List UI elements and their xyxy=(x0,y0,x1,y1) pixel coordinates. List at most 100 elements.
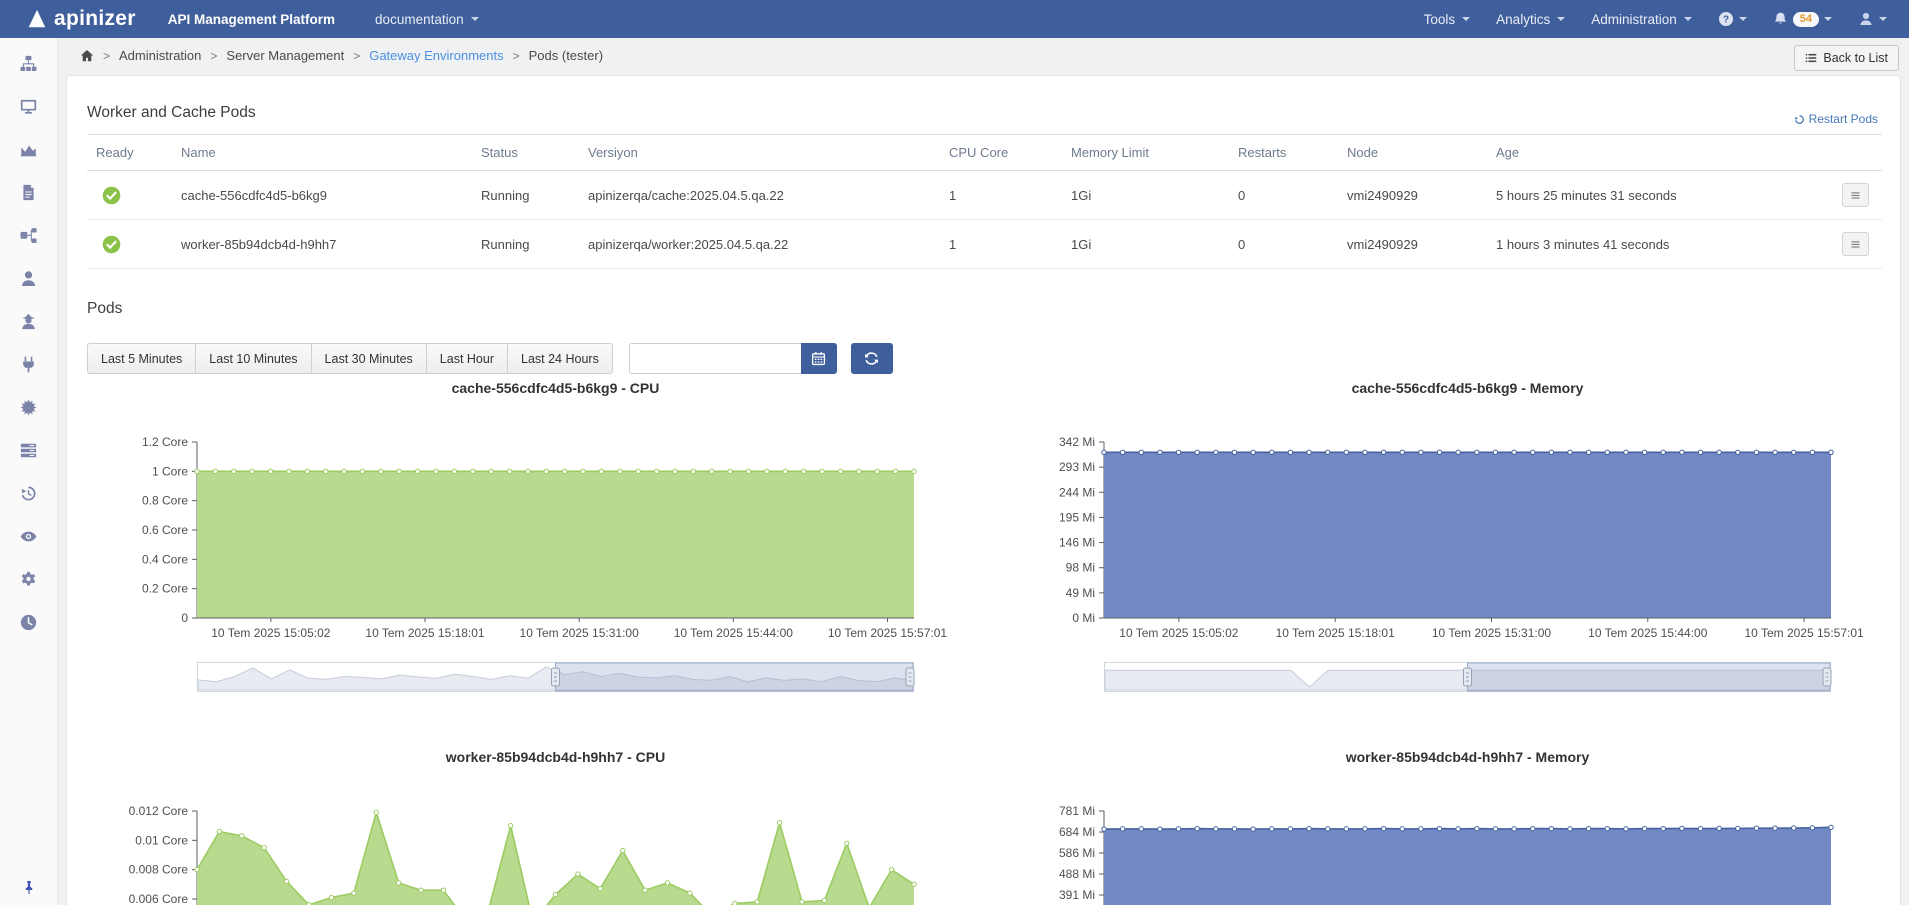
svg-text:293 Mi: 293 Mi xyxy=(1059,460,1095,474)
sidebar-item-chart[interactable] xyxy=(20,141,37,158)
cache-cpu-zoom-handle[interactable] xyxy=(906,668,914,686)
filter-last-30-minutes[interactable]: Last 30 Minutes xyxy=(311,343,426,374)
sidebar-item-sitemap[interactable] xyxy=(20,55,37,72)
sidebar-pin-toggle[interactable] xyxy=(21,880,36,895)
pod-memory: 1Gi xyxy=(1062,220,1229,269)
charts-area: cache-556cdfc4d5-b6kg9 - CPU1.2 Core1 Co… xyxy=(67,376,1900,905)
user-icon xyxy=(20,270,37,287)
cache-memory-zoom-slider[interactable] xyxy=(1104,662,1831,694)
sidebar-item-server[interactable] xyxy=(20,442,37,459)
user-menu[interactable] xyxy=(1858,11,1887,27)
calendar-icon xyxy=(811,351,826,366)
svg-text:0.4 Core: 0.4 Core xyxy=(142,552,188,566)
sidebar-item-settings[interactable] xyxy=(20,571,37,588)
nav-documentation[interactable]: documentation xyxy=(375,12,479,27)
back-to-list-button[interactable]: Back to List xyxy=(1794,45,1899,71)
worker-memory-plot: 781 Mi684 Mi586 Mi488 Mi391 Mi293 Mi195 … xyxy=(1008,811,1845,905)
breadcrumb-administration[interactable]: Administration xyxy=(119,48,201,63)
apinizer-logo[interactable]: apinizer xyxy=(26,7,136,31)
restart-pods-link[interactable]: Restart Pods xyxy=(1794,112,1878,126)
filter-last-hour[interactable]: Last Hour xyxy=(426,343,507,374)
ready-check-icon xyxy=(102,186,121,205)
nav-analytics[interactable]: Analytics xyxy=(1496,12,1565,27)
pod-memory: 1Gi xyxy=(1062,171,1229,220)
user-avatar-icon xyxy=(1858,11,1874,27)
table-header-row: Ready Name Status Versiyon CPU Core Memo… xyxy=(87,135,1882,171)
breadcrumb-server-management[interactable]: Server Management xyxy=(226,48,344,63)
svg-text:342 Mi: 342 Mi xyxy=(1059,435,1095,449)
filter-last-24-hours[interactable]: Last 24 Hours xyxy=(507,343,613,374)
col-restarts: Restarts xyxy=(1229,135,1338,171)
cache-memory-chart: cache-556cdfc4d5-b6kg9 - Memory 342 Mi 293… xyxy=(1008,380,1845,738)
menu-lines-icon xyxy=(1849,189,1862,202)
row-actions-button[interactable] xyxy=(1842,183,1869,207)
col-age: Age xyxy=(1487,135,1793,171)
sidebar-item-monitor[interactable] xyxy=(20,98,37,115)
sitemap-icon xyxy=(20,55,37,72)
sidebar-item-plug[interactable] xyxy=(20,356,37,373)
topology-icon xyxy=(20,227,37,244)
notifications-menu[interactable]: 54 xyxy=(1773,11,1832,27)
notification-count-badge: 54 xyxy=(1793,12,1819,27)
svg-text:10 Tem 2025 15:31:00: 10 Tem 2025 15:31:00 xyxy=(520,626,640,640)
filter-last-10-minutes[interactable]: Last 10 Minutes xyxy=(195,343,310,374)
sidebar-item-eye[interactable] xyxy=(20,528,37,545)
breadcrumb-gateway-environments[interactable]: Gateway Environments xyxy=(369,48,503,63)
sidebar-item-history[interactable] xyxy=(20,485,37,502)
help-menu[interactable]: ? xyxy=(1718,11,1747,27)
col-name: Name xyxy=(172,135,472,171)
monitor-icon xyxy=(20,98,37,115)
help-icon: ? xyxy=(1718,11,1734,27)
cache-cpu-zoom-slider[interactable] xyxy=(197,662,914,694)
product-title: API Management Platform xyxy=(168,12,335,27)
svg-text:10 Tem 2025 15:05:02: 10 Tem 2025 15:05:02 xyxy=(1119,626,1239,640)
row-actions-button[interactable] xyxy=(1842,232,1869,256)
ready-cell xyxy=(87,220,172,269)
col-ready: Ready xyxy=(87,135,172,171)
sidebar-item-user[interactable] xyxy=(20,270,37,287)
pod-cpu: 1 xyxy=(940,220,1062,269)
pod-version: apinizerqa/worker:2025.04.5.qa.22 xyxy=(579,220,940,269)
pod-version: apinizerqa/cache:2025.04.5.qa.22 xyxy=(579,171,940,220)
calendar-button[interactable] xyxy=(801,343,837,374)
pods-table-title: Worker and Cache Pods xyxy=(87,104,256,122)
sidebar-item-gear-burst[interactable] xyxy=(20,399,37,416)
svg-text:?: ? xyxy=(1723,14,1729,25)
worker-cpu-chart: worker-85b94dcb4d-h9hh7 - CPU0.012 Core0… xyxy=(101,749,928,905)
sidebar-item-topology[interactable] xyxy=(20,227,37,244)
pod-node: vmi2490929 xyxy=(1338,171,1487,220)
ready-cell xyxy=(87,171,172,220)
svg-text:391 Mi: 391 Mi xyxy=(1059,888,1095,902)
sidebar-item-user-secret[interactable] xyxy=(20,313,37,330)
cache-cpu-zoom-handle[interactable] xyxy=(552,668,560,686)
home-icon[interactable] xyxy=(80,49,94,63)
nav-administration[interactable]: Administration xyxy=(1591,12,1692,27)
pods-section-title: Pods xyxy=(87,300,122,318)
date-range-input[interactable] xyxy=(629,343,801,374)
cache-memory-chart-title: cache-556cdfc4d5-b6kg9 - Memory xyxy=(1104,380,1831,396)
cache-memory-zoom-handle[interactable] xyxy=(1823,668,1831,686)
nav-administration-label: Administration xyxy=(1591,12,1677,27)
col-actions xyxy=(1793,135,1882,171)
sidebar-item-document[interactable] xyxy=(20,184,37,201)
cache-memory-zoom-handle[interactable] xyxy=(1464,668,1472,686)
breadcrumb-bar: > Administration > Server Management > G… xyxy=(58,38,1909,75)
table-row: worker-85b94dcb4d-h9hh7 Running apinizer… xyxy=(87,220,1882,269)
svg-text:488 Mi: 488 Mi xyxy=(1059,867,1095,881)
nav-tools-label: Tools xyxy=(1424,12,1456,27)
list-icon xyxy=(1805,52,1817,64)
col-status: Status xyxy=(472,135,579,171)
col-cpu-core: CPU Core xyxy=(940,135,1062,171)
nav-tools[interactable]: Tools xyxy=(1424,12,1471,27)
pod-restarts: 0 xyxy=(1229,220,1338,269)
main-content-card: Worker and Cache Pods Restart Pods Ready… xyxy=(66,75,1901,905)
top-navbar: apinizer API Management Platform documen… xyxy=(0,0,1909,38)
filter-last-5-minutes[interactable]: Last 5 Minutes xyxy=(87,343,195,374)
pod-age: 5 hours 25 minutes 31 seconds xyxy=(1487,171,1793,220)
svg-text:0.6 Core: 0.6 Core xyxy=(142,523,188,537)
sidebar-item-clock[interactable] xyxy=(20,614,37,631)
svg-text:1.2 Core: 1.2 Core xyxy=(142,435,188,449)
chevron-down-icon xyxy=(471,17,479,21)
worker-cpu-chart-title: worker-85b94dcb4d-h9hh7 - CPU xyxy=(197,749,914,765)
refresh-button[interactable] xyxy=(851,343,893,374)
